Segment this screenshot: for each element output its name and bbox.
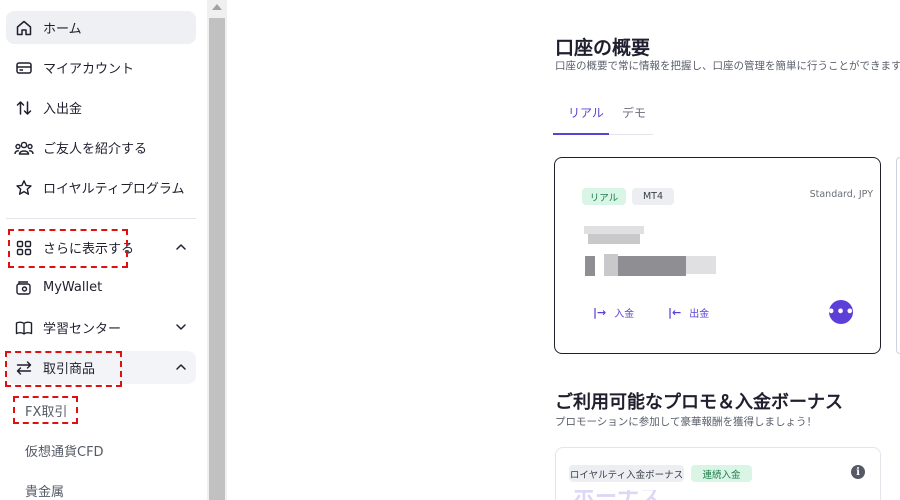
chevron-down-icon: [176, 324, 186, 330]
account-type-badge: リアル: [582, 188, 626, 205]
withdraw-arrow-icon: |←: [668, 306, 682, 319]
sidebar-item-label: 学習センター: [43, 322, 122, 337]
deposit-label: 入金: [614, 309, 635, 320]
balance-blurred: [618, 256, 686, 276]
promo-badge-consecutive: 連続入金: [691, 465, 752, 482]
platform-badge: MT4: [632, 188, 674, 205]
next-card-edge[interactable]: [896, 157, 900, 354]
promo-teaser-text: ボーナス: [573, 490, 733, 500]
sidebar-item-label: さらに表示する: [43, 242, 135, 257]
sidebar-subitem-fx[interactable]: FX取引: [25, 401, 67, 420]
balance-blurred: [686, 256, 716, 274]
tab-divider: [609, 134, 653, 135]
scrollbar-thumb[interactable]: [209, 18, 225, 500]
deposit-button[interactable]: |→ 入金: [593, 305, 634, 320]
sidebar-item-learning[interactable]: 学習センター: [6, 311, 196, 344]
scroll-up-arrow[interactable]: [212, 4, 222, 10]
sidebar-item-label: マイアカウント: [43, 62, 135, 77]
promo-badge-loyalty: ロイヤルティ入金ボーナス: [569, 465, 684, 482]
sidebar-item-loyalty[interactable]: ロイヤルティプログラム: [6, 171, 196, 204]
promos-subtitle: プロモーションに参加して豪華報酬を獲得しましょう！: [555, 416, 817, 428]
promos-title: ご利用可能なプロモ＆入金ボーナス: [555, 392, 843, 413]
arrows-swap-icon: [14, 358, 34, 378]
sidebar-item-show-more[interactable]: さらに表示する: [6, 231, 196, 264]
sidebar-item-deposit-withdraw[interactable]: 入出金: [6, 91, 196, 124]
users-icon: [14, 138, 34, 158]
home-icon: [14, 18, 34, 38]
tab-active-indicator: [553, 133, 609, 135]
page-subtitle: 口座の概要で常に情報を把握し、口座の管理を簡単に行うことができます。: [555, 60, 900, 72]
sidebar-item-my-account[interactable]: マイアカウント: [6, 51, 196, 84]
account-number-blurred: [584, 226, 644, 234]
sidebar-item-label: MyWallet: [43, 280, 103, 295]
promo-teaser: ボーナス: [573, 490, 733, 500]
book-icon: [14, 318, 34, 338]
sidebar-item-home[interactable]: ホーム: [6, 11, 196, 44]
account-number-blurred: [588, 234, 640, 244]
account-meta: Standard, JPY: [809, 189, 873, 200]
chevron-up-icon: [176, 364, 186, 370]
chevron-up-icon: [176, 244, 186, 250]
sidebar-divider: [6, 218, 196, 219]
sidebar-item-label: 取引商品: [43, 362, 96, 377]
credit-card-icon: [14, 58, 34, 78]
sidebar: ホーム マイアカウント 入出金 ご友人を紹介する ロイヤルティプログラム さらに…: [0, 0, 207, 500]
sidebar-item-label: 入出金: [43, 102, 83, 117]
sidebar-item-mywallet[interactable]: MyWallet: [6, 271, 196, 304]
deposit-arrow-icon: |→: [593, 306, 607, 319]
balance-blurred: [585, 256, 595, 276]
info-icon[interactable]: i: [851, 465, 865, 479]
star-icon: [14, 178, 34, 198]
sidebar-item-label: ご友人を紹介する: [43, 142, 148, 157]
sidebar-item-label: ロイヤルティプログラム: [43, 182, 185, 197]
page-title: 口座の概要: [555, 37, 651, 59]
sidebar-item-refer-friend[interactable]: ご友人を紹介する: [6, 131, 196, 164]
tab-demo[interactable]: デモ: [622, 104, 646, 121]
arrows-up-down-icon: [14, 98, 34, 118]
balance-blurred: [604, 254, 618, 276]
grid-icon: [14, 238, 34, 258]
sidebar-item-products[interactable]: 取引商品: [6, 351, 196, 384]
sidebar-subitem-crypto[interactable]: 仮想通貨CFD: [25, 441, 104, 460]
sidebar-item-label: ホーム: [43, 22, 82, 37]
tab-real[interactable]: リアル: [568, 104, 604, 121]
withdraw-button[interactable]: |← 出金: [668, 305, 709, 320]
sidebar-subitem-metals[interactable]: 貴金属: [25, 481, 64, 500]
more-options-button[interactable]: •••: [827, 300, 854, 324]
wallet-icon: [14, 278, 34, 298]
withdraw-label: 出金: [689, 309, 710, 320]
